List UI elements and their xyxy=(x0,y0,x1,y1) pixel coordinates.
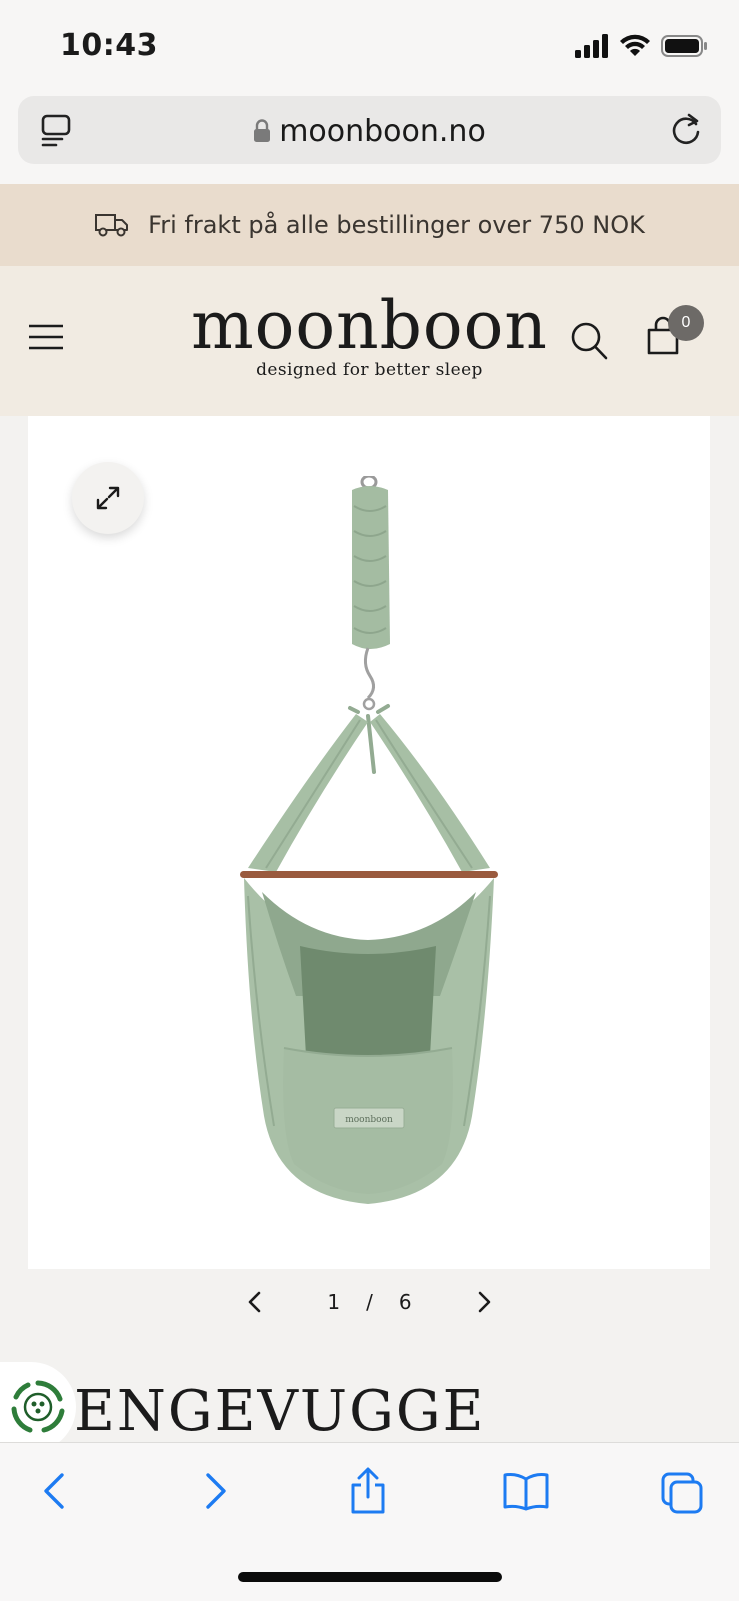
pager-current: 1 xyxy=(327,1290,341,1314)
forward-icon[interactable] xyxy=(200,1471,230,1511)
lock-icon xyxy=(254,119,271,142)
logo-wordmark: moonboon xyxy=(191,287,548,364)
status-bar: 10:43 xyxy=(0,0,739,92)
back-icon[interactable] xyxy=(40,1471,70,1511)
url-text: moonboon.no xyxy=(279,114,486,149)
bookmarks-icon[interactable] xyxy=(502,1471,550,1511)
truck-icon xyxy=(95,214,129,237)
product-image-hammock: moonboon xyxy=(240,476,498,1204)
status-time: 10:43 xyxy=(60,28,158,63)
chevron-right-icon[interactable] xyxy=(476,1291,492,1313)
gallery-pager: 1 / 6 xyxy=(0,1284,739,1320)
share-icon[interactable] xyxy=(348,1467,388,1515)
browser-address-area: moonboon.no xyxy=(0,92,739,184)
eco-badge[interactable] xyxy=(0,1362,76,1452)
cart-count-badge[interactable]: 0 xyxy=(668,305,704,341)
battery-icon xyxy=(661,35,707,57)
promo-banner: Fri frakt på alle bestillinger over 750 … xyxy=(0,184,739,266)
pager-total: 6 xyxy=(398,1290,412,1314)
product-gallery[interactable]: moonboon xyxy=(28,416,710,1269)
expand-button[interactable] xyxy=(72,462,144,534)
site-header: moonboon designed for better sleep xyxy=(0,266,739,416)
home-indicator[interactable] xyxy=(238,1572,502,1582)
product-title: ENGEVUGGE xyxy=(74,1379,486,1444)
eco-recycle-icon xyxy=(11,1380,65,1433)
logo-tagline: designed for better sleep xyxy=(256,360,483,380)
product-image-label: moonboon xyxy=(345,1115,393,1125)
wifi-icon xyxy=(620,34,650,56)
site-logo[interactable]: moonboon designed for better sleep xyxy=(0,287,739,381)
promo-text: Fri frakt på alle bestillinger over 750 … xyxy=(148,211,645,239)
chevron-left-icon[interactable] xyxy=(247,1291,263,1313)
url-field[interactable]: moonboon.no xyxy=(18,114,721,149)
search-icon[interactable] xyxy=(570,320,610,362)
expand-icon xyxy=(96,486,120,510)
signal-icon xyxy=(575,34,608,58)
tabs-icon[interactable] xyxy=(660,1471,704,1515)
pager-separator: / xyxy=(366,1290,373,1314)
address-bar[interactable]: moonboon.no xyxy=(18,96,721,164)
status-icons xyxy=(575,34,709,58)
reload-icon[interactable] xyxy=(669,112,703,148)
